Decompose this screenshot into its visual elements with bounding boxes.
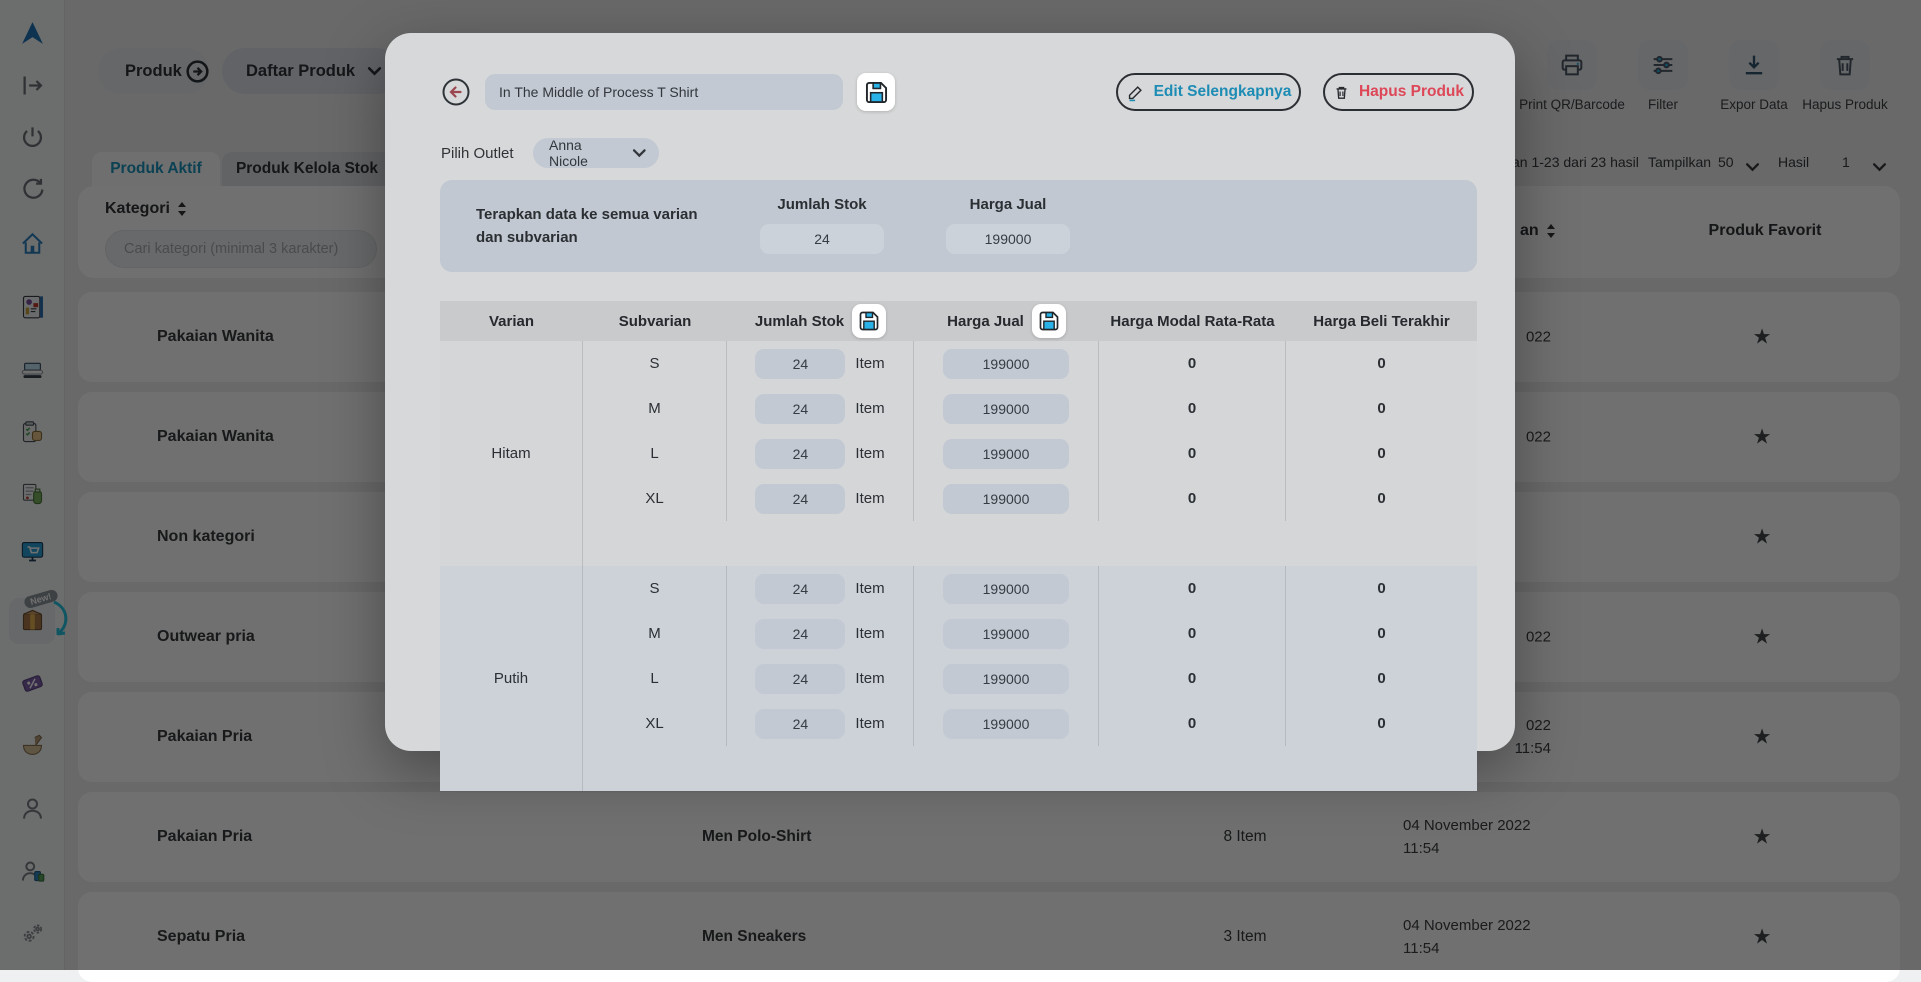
stock-input[interactable] — [755, 349, 845, 379]
product-name-input[interactable] — [485, 74, 843, 110]
stock-input[interactable] — [755, 709, 845, 739]
last-buy-cell: 0 — [1286, 476, 1477, 521]
stock-input[interactable] — [755, 439, 845, 469]
avg-cost-cell: 0 — [1099, 656, 1286, 701]
variant-table-header: Varian Subvarian Jumlah Stok Harga Jual … — [440, 301, 1477, 341]
price-input[interactable] — [943, 394, 1069, 424]
last-buy-cell: 0 — [1286, 701, 1477, 746]
last-buy-cell: 0 — [1286, 566, 1477, 611]
hapus-produk-button[interactable]: Hapus Produk — [1323, 73, 1474, 111]
price-input[interactable] — [943, 709, 1069, 739]
avg-cost-cell: 0 — [1099, 476, 1286, 521]
variant-group-hitam: Hitam S Item 0 0 M Item 0 0 L Item 0 0 X… — [440, 341, 1477, 566]
variant-group-putih: Putih S Item 0 0 M Item 0 0 L Item 0 0 X… — [440, 566, 1477, 791]
avg-cost-cell: 0 — [1099, 611, 1286, 656]
stock-input[interactable] — [755, 664, 845, 694]
unit-label: Item — [855, 400, 884, 417]
stock-input[interactable] — [755, 619, 845, 649]
subvarian-cell: M — [583, 611, 727, 656]
avg-cost-cell: 0 — [1099, 341, 1286, 386]
varian-name: Hitam — [440, 341, 583, 566]
save-all-price-button[interactable] — [1032, 304, 1066, 338]
unit-label: Item — [855, 715, 884, 732]
subvarian-cell: L — [583, 656, 727, 701]
outlet-selected-value: Anna Nicole — [549, 137, 622, 169]
price-input[interactable] — [943, 439, 1069, 469]
header-harga-jual: Harga Jual — [914, 301, 1099, 341]
pilih-outlet-label: Pilih Outlet — [441, 145, 514, 162]
price-input[interactable] — [943, 484, 1069, 514]
back-button[interactable] — [441, 77, 471, 107]
last-buy-cell: 0 — [1286, 431, 1477, 476]
apply-all-section: Terapkan data ke semua varian dan subvar… — [440, 180, 1477, 272]
avg-cost-cell: 0 — [1099, 386, 1286, 431]
last-buy-cell: 0 — [1286, 611, 1477, 656]
price-input[interactable] — [943, 664, 1069, 694]
edit-selengkapnya-label: Edit Selengkapnya — [1154, 83, 1292, 101]
hapus-produk-label: Hapus Produk — [1359, 83, 1464, 101]
header-varian: Varian — [440, 301, 583, 341]
unit-label: Item — [855, 355, 884, 372]
pencil-icon — [1126, 83, 1145, 102]
edit-selengkapnya-button[interactable]: Edit Selengkapnya — [1116, 73, 1301, 111]
avg-cost-cell: 0 — [1099, 701, 1286, 746]
price-input[interactable] — [943, 349, 1069, 379]
variant-table: Varian Subvarian Jumlah Stok Harga Jual … — [440, 301, 1477, 791]
unit-label: Item — [855, 625, 884, 642]
subvarian-cell: S — [583, 341, 727, 386]
save-all-stock-button[interactable] — [852, 304, 886, 338]
stock-input[interactable] — [755, 574, 845, 604]
header-subvarian: Subvarian — [583, 301, 727, 341]
save-disk-icon — [863, 79, 890, 106]
subvarian-cell: XL — [583, 701, 727, 746]
chevron-down-icon — [632, 148, 647, 158]
unit-label: Item — [855, 580, 884, 597]
jumlah-stok-label: Jumlah Stok — [722, 196, 922, 213]
apply-all-price-input[interactable] — [946, 224, 1070, 254]
unit-label: Item — [855, 445, 884, 462]
stock-input[interactable] — [755, 484, 845, 514]
header-harga-beli: Harga Beli Terakhir — [1286, 301, 1477, 341]
header-jumlah-stok: Jumlah Stok — [727, 301, 914, 341]
last-buy-cell: 0 — [1286, 656, 1477, 701]
trash-icon — [1333, 84, 1350, 101]
avg-cost-cell: 0 — [1099, 431, 1286, 476]
harga-jual-label: Harga Jual — [908, 196, 1108, 213]
outlet-select[interactable]: Anna Nicole — [533, 138, 659, 168]
header-harga-modal: Harga Modal Rata-Rata — [1099, 301, 1286, 341]
subvarian-cell: L — [583, 431, 727, 476]
unit-label: Item — [855, 670, 884, 687]
subvarian-cell: M — [583, 386, 727, 431]
stock-input[interactable] — [755, 394, 845, 424]
price-input[interactable] — [943, 619, 1069, 649]
apply-all-title: Terapkan data ke semua varian dan subvar… — [476, 203, 698, 249]
save-disk-icon — [857, 309, 881, 333]
varian-name: Putih — [440, 566, 583, 791]
price-input[interactable] — [943, 574, 1069, 604]
avg-cost-cell: 0 — [1099, 566, 1286, 611]
unit-label: Item — [855, 490, 884, 507]
save-disk-icon — [1037, 309, 1061, 333]
apply-all-stock-input[interactable] — [760, 224, 884, 254]
last-buy-cell: 0 — [1286, 341, 1477, 386]
last-buy-cell: 0 — [1286, 386, 1477, 431]
edit-product-modal: Edit Selengkapnya Hapus Produk Pilih Out… — [385, 33, 1515, 751]
subvarian-cell: S — [583, 566, 727, 611]
subvarian-cell: XL — [583, 476, 727, 521]
save-product-name-button[interactable] — [857, 73, 895, 111]
